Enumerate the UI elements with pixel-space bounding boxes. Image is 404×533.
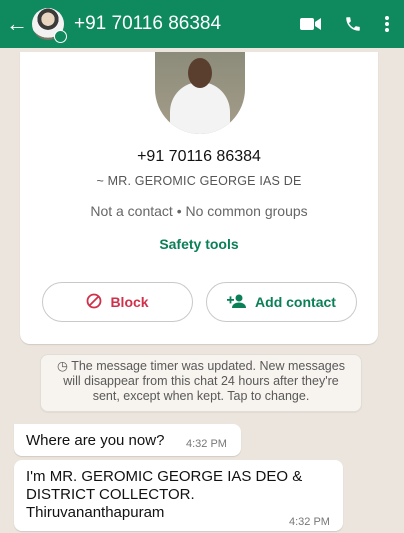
contact-info-card: +91 70116 86384 ~ MR. GEROMIC GEORGE IAS… bbox=[20, 52, 378, 344]
system-message-text: The message timer was updated. New messa… bbox=[63, 359, 345, 403]
video-call-icon[interactable] bbox=[300, 16, 322, 32]
voice-call-icon[interactable] bbox=[344, 15, 362, 33]
contact-status: Not a contact • No common groups bbox=[90, 203, 308, 219]
avatar[interactable] bbox=[32, 8, 67, 43]
add-contact-button[interactable]: Add contact bbox=[206, 282, 357, 322]
contact-phone: +91 70116 86384 bbox=[137, 148, 261, 165]
header-actions bbox=[300, 15, 390, 33]
timer-system-message[interactable]: ◷ The message timer was updated. New mes… bbox=[40, 354, 362, 412]
safety-tools-link[interactable]: Safety tools bbox=[20, 236, 378, 252]
message-time: 4:32 PM bbox=[289, 516, 330, 528]
more-options-icon[interactable] bbox=[384, 15, 390, 33]
profile-photo-head bbox=[188, 58, 212, 88]
chat-header: ← +91 70116 86384 bbox=[0, 0, 404, 48]
add-contact-label: Add contact bbox=[255, 294, 336, 310]
block-button[interactable]: Block bbox=[42, 282, 193, 322]
message-bubble[interactable]: I'm MR. GEROMIC GEORGE IAS DEO & DISTRIC… bbox=[14, 460, 343, 531]
profile-photo-figure bbox=[170, 82, 230, 134]
back-arrow-icon[interactable]: ← bbox=[6, 13, 30, 35]
block-label: Block bbox=[110, 294, 149, 310]
chat-title[interactable]: +91 70116 86384 bbox=[74, 13, 300, 35]
message-text: Where are you now? bbox=[26, 432, 165, 449]
message-bubble[interactable]: Where are you now? 4:32 PM bbox=[14, 424, 241, 456]
block-icon bbox=[86, 293, 102, 312]
add-person-icon bbox=[227, 293, 247, 312]
message-time: 4:32 PM bbox=[186, 438, 227, 450]
disappearing-timer-icon bbox=[54, 30, 67, 43]
contact-push-name: ~ MR. GEROMIC GEORGE IAS DE bbox=[96, 174, 302, 188]
profile-photo[interactable] bbox=[155, 52, 245, 134]
message-text: I'm MR. GEROMIC GEORGE IAS DEO & DISTRIC… bbox=[26, 468, 303, 521]
timer-icon: ◷ bbox=[57, 359, 68, 373]
